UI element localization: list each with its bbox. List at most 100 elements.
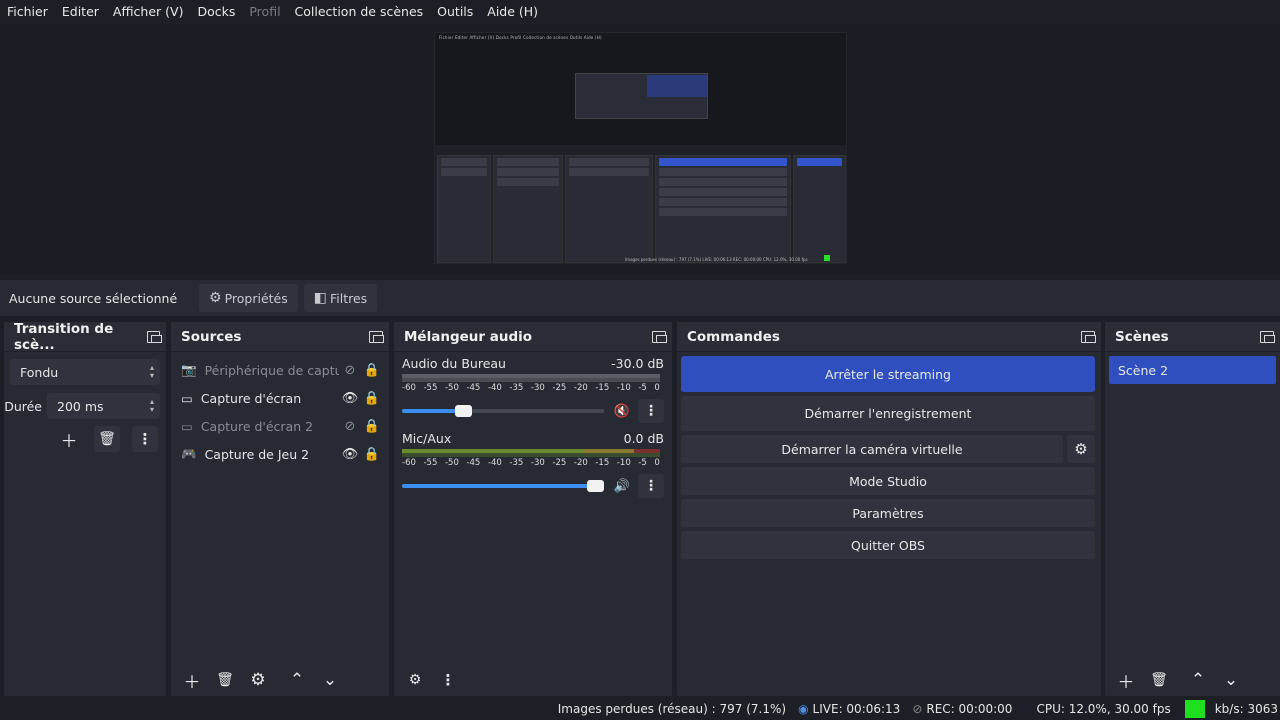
scene-item[interactable]: Scène 2	[1109, 356, 1276, 384]
gear-icon: ⚙	[250, 670, 266, 690]
undock-icon[interactable]	[1260, 330, 1275, 343]
move-down-button[interactable]: ⌄	[317, 667, 343, 693]
menu-bar: Fichier Editer Afficher (V) Docks Profil…	[0, 0, 1280, 24]
properties-button[interactable]: ⚙ Propriétés	[199, 284, 298, 312]
channel-menu-button[interactable]: ⋮	[638, 399, 664, 423]
menu-docks[interactable]: Docks	[190, 0, 242, 24]
virtual-camera-settings-button[interactable]: ⚙	[1067, 435, 1095, 463]
menu-afficher[interactable]: Afficher (V)	[106, 0, 191, 24]
menu-fichier[interactable]: Fichier	[0, 0, 55, 24]
meter-ticks: -60 -55 -50 -45 -40 -35 -30 -25 -20 -15 -10 -5 0	[402, 383, 660, 393]
menu-aide[interactable]: Aide (H)	[480, 0, 545, 24]
commands-dock: Commandes Arrêter le streaming Démarrer …	[677, 322, 1101, 696]
duration-row: Durée 200 ms ▴ ▾	[4, 392, 160, 420]
studio-mode-button[interactable]: Mode Studio	[681, 467, 1095, 495]
mixer-dock-title: Mélangeur audio	[394, 322, 672, 352]
mixer-menu-button[interactable]: ⋮	[435, 667, 461, 693]
lock-icon[interactable]: 🔒	[361, 447, 383, 462]
updown-icon: ▴ ▾	[149, 363, 154, 380]
sources-list: 📷 Périphérique de captu ⊘ 🔒 ▭ Capture d'…	[171, 356, 389, 468]
mixer-toolbar: ⚙ ⋮	[394, 664, 672, 696]
source-label: Capture de Jeu 2	[204, 446, 310, 462]
preview-mini-panel	[437, 155, 491, 263]
chevron-up-icon: ⌃	[1190, 670, 1206, 690]
rec-status: ⊘ REC: 00:00:00	[912, 702, 1012, 716]
kebab-icon: ⋮	[137, 430, 153, 448]
menu-collection-scenes[interactable]: Collection de scènes	[288, 0, 431, 24]
add-transition-button[interactable]: ＋	[56, 426, 82, 452]
preview-mini-panel	[493, 155, 563, 263]
stream-preview[interactable]: Fichier Editer Afficher (V) Docks Profil…	[434, 32, 847, 264]
start-recording-button[interactable]: Démarrer l'enregistrement	[681, 396, 1095, 431]
meter-ticks: -60 -55 -50 -45 -40 -35 -30 -25 -20 -15 -10 -5 0	[402, 458, 660, 468]
undock-icon[interactable]	[652, 330, 667, 343]
preview-mini-status: Images perdues (réseau) : 797 (7.1%) LIV…	[625, 257, 808, 262]
source-item[interactable]: ▭ Capture d'écran 👁 🔒	[171, 384, 389, 412]
duration-spinbox[interactable]: 200 ms ▴ ▾	[47, 393, 160, 419]
trash-icon: 🗑	[1150, 672, 1168, 688]
volume-slider[interactable]	[402, 480, 604, 492]
advanced-audio-button[interactable]: ⚙	[402, 667, 428, 693]
scene-down-button[interactable]: ⌄	[1218, 667, 1244, 693]
lock-icon[interactable]: 🔒	[361, 363, 383, 378]
transition-type-select[interactable]: Fondu ▴ ▾	[10, 359, 160, 385]
kebab-icon: ⋮	[644, 478, 658, 494]
volume-knob[interactable]	[454, 405, 472, 417]
channel-header: Mic/Aux 0.0 dB	[402, 431, 664, 447]
cpu-status: CPU: 12.0%, 30.00 fps	[1036, 702, 1171, 716]
remove-scene-button[interactable]: 🗑	[1146, 667, 1172, 693]
source-item[interactable]: 📷 Périphérique de captu ⊘ 🔒	[171, 356, 389, 384]
spin-arrows-icon[interactable]: ▴ ▾	[150, 398, 154, 414]
volume-meter	[402, 449, 660, 457]
eye-slash-icon[interactable]: ⊘	[339, 363, 361, 378]
stop-streaming-button[interactable]: Arrêter le streaming	[681, 356, 1095, 392]
menu-profil[interactable]: Profil	[242, 0, 287, 24]
remove-transition-button[interactable]: 🗑	[94, 426, 120, 452]
monitor-icon: ▭	[181, 390, 193, 406]
transition-dock-title: Transition de scè...	[4, 320, 166, 353]
volume-slider[interactable]	[402, 405, 604, 417]
lock-icon[interactable]: 🔒	[361, 391, 383, 406]
channel-name: Audio du Bureau	[402, 356, 506, 371]
undock-icon[interactable]	[1081, 330, 1096, 343]
commands-list: Arrêter le streaming Démarrer l'enregist…	[677, 356, 1101, 559]
undock-icon[interactable]	[146, 330, 163, 343]
source-item[interactable]: ▭ Capture d'écran 2 ⊘ 🔒	[171, 412, 389, 440]
source-item[interactable]: 🎮 Capture de Jeu 2 👁 🔒	[171, 440, 389, 468]
add-source-button[interactable]: ＋	[179, 667, 205, 693]
plus-icon: ＋	[183, 672, 201, 693]
virtual-camera-button[interactable]: Démarrer la caméra virtuelle	[681, 435, 1063, 463]
scenes-dock: Scènes Scène 2 ＋ 🗑 ⌃ ⌄	[1105, 322, 1280, 696]
settings-button[interactable]: Paramètres	[681, 499, 1095, 527]
eye-slash-icon[interactable]: ⊘	[339, 419, 361, 434]
channel-menu-button[interactable]: ⋮	[638, 474, 664, 498]
menu-editer[interactable]: Editer	[55, 0, 106, 24]
preview-area[interactable]: Fichier Editer Afficher (V) Docks Profil…	[0, 24, 1280, 274]
filters-button[interactable]: ◧ Filtres	[303, 284, 378, 312]
add-scene-button[interactable]: ＋	[1113, 667, 1139, 693]
commands-title: Commandes	[687, 328, 780, 345]
menu-outils[interactable]: Outils	[430, 0, 480, 24]
scenes-toolbar: ＋ 🗑 ⌃ ⌄	[1105, 664, 1280, 696]
move-up-button[interactable]: ⌃	[284, 667, 310, 693]
undock-icon[interactable]	[369, 330, 384, 343]
channel-header: Audio du Bureau -30.0 dB	[402, 356, 664, 372]
volume-knob[interactable]	[587, 480, 604, 492]
eye-icon[interactable]: 👁	[339, 391, 361, 406]
transition-menu-button[interactable]: ⋮	[132, 426, 158, 452]
speaker-muted-icon[interactable]: 🔇	[612, 404, 632, 419]
rec-off-icon: ⊘	[912, 702, 923, 716]
scene-up-button[interactable]: ⌃	[1185, 667, 1211, 693]
trash-icon: 🗑	[98, 431, 116, 447]
remove-source-button[interactable]: 🗑	[212, 667, 238, 693]
lock-icon[interactable]: 🔒	[361, 419, 383, 434]
source-properties-button[interactable]: ⚙	[245, 667, 271, 693]
quit-button[interactable]: Quitter OBS	[681, 531, 1095, 559]
speaker-icon[interactable]: 🔊	[612, 479, 632, 494]
eye-icon[interactable]: 👁	[339, 447, 361, 462]
trash-icon: 🗑	[216, 672, 234, 688]
transition-title: Transition de scè...	[14, 320, 114, 353]
sources-toolbar: ＋ 🗑 ⚙ ⌃ ⌄	[171, 664, 389, 696]
chevron-up-icon: ⌃	[289, 670, 305, 690]
source-label: Capture d'écran	[200, 390, 302, 406]
